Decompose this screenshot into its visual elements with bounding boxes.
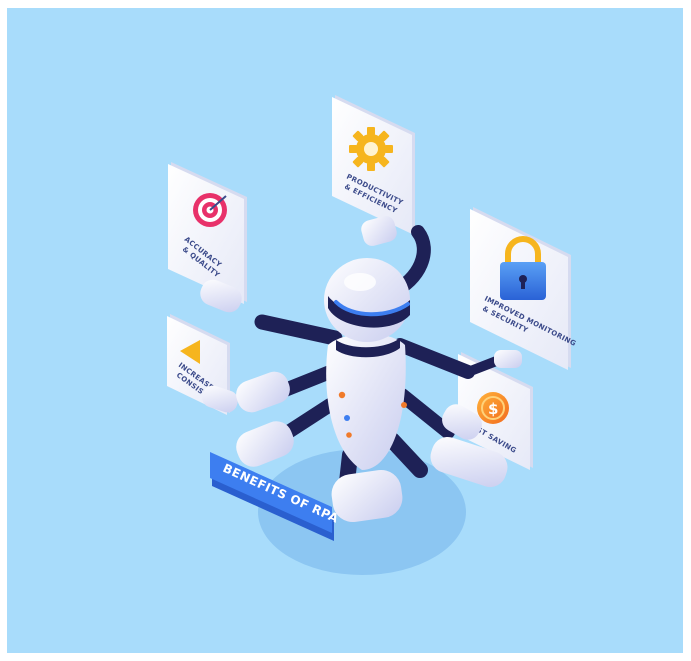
chest-dot-2 <box>344 415 350 421</box>
dollar-coin-icon: $ <box>477 392 509 424</box>
chest-dot-4 <box>401 402 407 408</box>
svg-text:$: $ <box>488 400 498 418</box>
chest-dot-3 <box>346 432 352 438</box>
robot-head <box>324 258 410 342</box>
card-productivity: PRODUCTIVITY & EFFICIENCY <box>332 95 415 234</box>
target-icon <box>193 193 227 227</box>
gear-icon <box>349 127 393 171</box>
card-security: IMPROVED MONITORING & SECURITY <box>470 207 577 370</box>
chest-dot-1 <box>338 391 346 399</box>
rpa-robot-illustration: PRODUCTIVITY & EFFICIENCY ACCURACY & QUA… <box>167 95 577 575</box>
